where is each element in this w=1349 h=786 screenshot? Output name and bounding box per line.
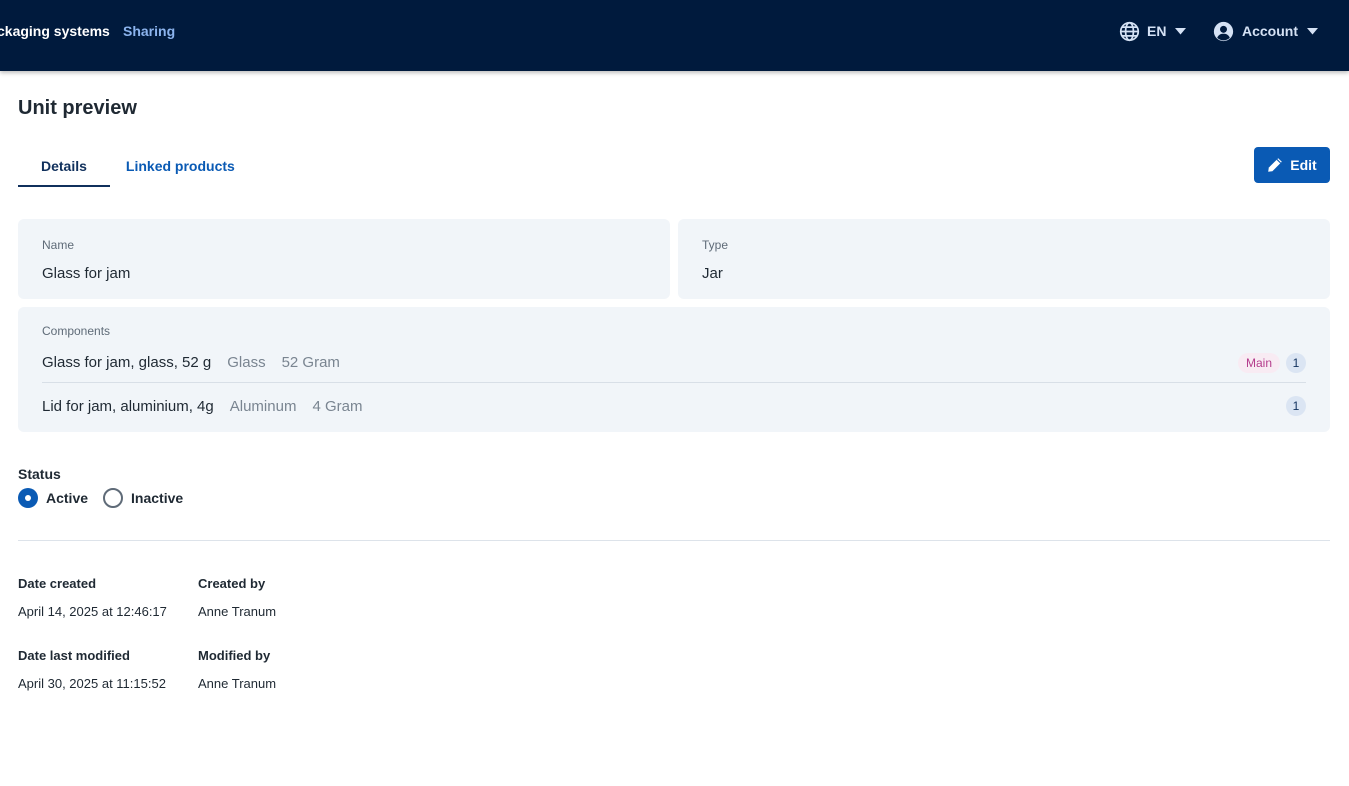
status-radio-group: Active Inactive (18, 488, 198, 508)
component-name: Glass for jam, glass, 52 g (42, 354, 212, 371)
chevron-down-icon (1175, 27, 1187, 35)
language-label: EN (1147, 23, 1167, 39)
date-created-label: Date created (18, 576, 97, 591)
created-by-value: Anne Tranum (198, 604, 277, 619)
edit-button[interactable]: Edit (1254, 147, 1330, 183)
status-inactive-label: Inactive (131, 490, 184, 506)
tab-bar: Details Linked products (18, 146, 251, 187)
component-material: Aluminum (229, 397, 297, 415)
modified-by-value: Anne Tranum (198, 676, 277, 691)
modified-by-label: Modified by (198, 648, 271, 663)
name-card: Name Glass for jam (18, 219, 670, 299)
status-inactive-radio[interactable]: Inactive (103, 488, 183, 508)
components-label: Components (42, 324, 111, 338)
globe-icon (1119, 21, 1140, 42)
radio-checked-icon (18, 488, 38, 508)
top-navigation-bar: ckaging systems Sharing EN Account (0, 0, 1349, 71)
quantity-badge: 1 (1286, 396, 1306, 416)
account-label: Account (1242, 23, 1298, 39)
date-created-value: April 14, 2025 at 12:46:17 (18, 604, 167, 619)
component-weight: 4 Gram (312, 397, 363, 415)
component-row[interactable]: Lid for jam, aluminium, 4g Aluminum 4 Gr… (42, 388, 1306, 424)
main-badge: Main (1237, 352, 1280, 373)
user-circle-icon (1213, 21, 1234, 42)
created-by-label: Created by (198, 576, 266, 591)
account-menu[interactable]: Account (1213, 20, 1318, 42)
nav-item-packaging-systems[interactable]: ckaging systems (0, 23, 110, 39)
status-active-label: Active (46, 490, 89, 506)
status-label: Status (18, 466, 61, 482)
quantity-badge: 1 (1286, 352, 1306, 373)
component-row[interactable]: Glass for jam, glass, 52 g Glass 52 Gram… (42, 343, 1306, 383)
status-active-radio[interactable]: Active (18, 488, 88, 508)
tab-details[interactable]: Details (18, 146, 110, 187)
name-label: Name (42, 238, 75, 252)
name-value: Glass for jam (42, 265, 131, 282)
edit-button-label: Edit (1290, 157, 1317, 173)
pencil-icon (1267, 157, 1283, 173)
type-card: Type Jar (678, 219, 1330, 299)
language-selector[interactable]: EN (1119, 20, 1187, 42)
type-value: Jar (702, 265, 723, 282)
component-material: Glass (227, 354, 266, 371)
nav-item-sharing[interactable]: Sharing (123, 23, 175, 39)
component-name: Lid for jam, aluminium, 4g (42, 397, 214, 415)
tab-linked-products[interactable]: Linked products (110, 146, 251, 187)
component-weight: 52 Gram (281, 354, 340, 371)
type-label: Type (702, 238, 729, 252)
page-title: Unit preview (18, 97, 137, 119)
date-modified-value: April 30, 2025 at 11:15:52 (18, 676, 166, 691)
chevron-down-icon (1307, 27, 1318, 35)
section-divider (18, 540, 1330, 541)
radio-unchecked-icon (103, 488, 124, 508)
date-modified-label: Date last modified (18, 648, 130, 663)
components-card: Components Glass for jam, glass, 52 g Gl… (18, 307, 1330, 432)
